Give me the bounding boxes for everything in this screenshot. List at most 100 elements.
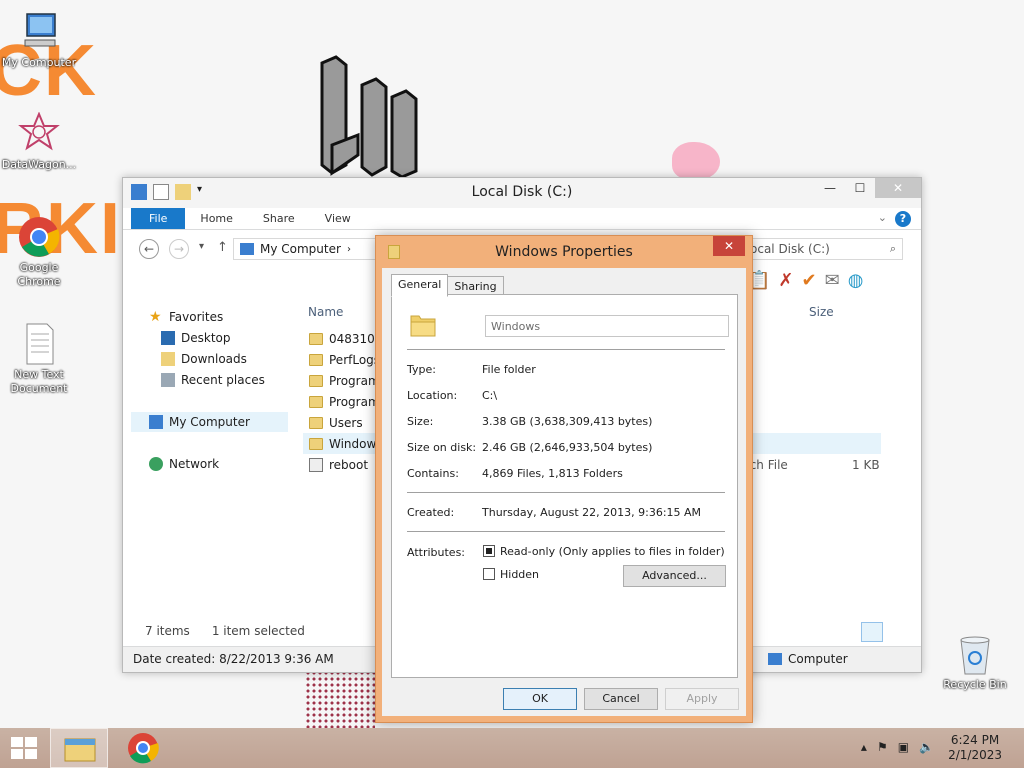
mail-icon[interactable]: ✉ <box>825 270 840 292</box>
text-document-icon <box>17 322 61 366</box>
dialog-close-button[interactable]: ✕ <box>713 236 745 256</box>
desktop-icon-recycle-bin[interactable]: Recycle Bin <box>936 632 1014 692</box>
search-placeholder: ocal Disk (C:) <box>750 242 830 256</box>
ribbon-tabs: File Home Share View ⌄ ? <box>123 208 921 230</box>
nav-recent-places[interactable]: Recent places <box>161 371 265 389</box>
nav-my-computer[interactable]: My Computer <box>149 413 250 431</box>
desktop-icon <box>161 331 175 345</box>
nav-downloads[interactable]: Downloads <box>161 350 247 368</box>
file-explorer-icon <box>64 738 96 762</box>
prop-label: Location: <box>407 389 458 402</box>
desktop-icon-datawagon[interactable]: DataWagon... <box>0 111 78 172</box>
nav-recent-label: Recent places <box>181 373 265 387</box>
tab-share[interactable]: Share <box>248 208 310 229</box>
prop-contains: Contains: 4,869 Files, 1,813 Folders <box>407 467 623 480</box>
readonly-label: Read-only (Only applies to files in fold… <box>500 545 725 558</box>
details-view-button[interactable] <box>861 622 883 642</box>
prop-value: 2.46 GB (2,646,933,504 bytes) <box>482 441 653 454</box>
status-bar: 7 items 1 item selected <box>145 624 305 638</box>
folder-icon <box>309 395 323 408</box>
chrome-icon <box>17 215 61 259</box>
general-panel: Type: File folder Location: C:\ Size: 3.38 … <box>391 294 738 678</box>
file-size: 1 KB <box>852 457 880 472</box>
readonly-checkbox[interactable]: Read-only (Only applies to files in fold… <box>483 545 725 558</box>
wallpaper-red-dots <box>305 670 375 730</box>
network-icon <box>149 457 163 471</box>
checkbox-unchecked[interactable] <box>483 568 495 580</box>
column-header-size[interactable]: Size <box>809 305 834 319</box>
column-header-name[interactable]: Name <box>308 305 343 319</box>
prop-size: Size: 3.38 GB (3,638,309,413 bytes) <box>407 415 652 428</box>
batch-file-icon <box>309 457 323 472</box>
computer-icon <box>768 653 782 665</box>
tab-general[interactable]: General <box>391 274 449 297</box>
prop-label: Type: <box>407 363 436 376</box>
details-location-label: Computer <box>788 652 848 666</box>
show-hidden-icons-icon[interactable]: ▴ <box>861 740 867 754</box>
view-switcher <box>861 622 909 642</box>
date-created-text: Date created: 8/22/2013 9:36 AM <box>133 652 334 666</box>
nav-desktop-label: Desktop <box>181 331 231 345</box>
forward-button[interactable]: → <box>169 239 189 259</box>
cancel-button[interactable]: Cancel <box>584 688 658 710</box>
desktop-icon-google-chrome[interactable]: Google Chrome <box>0 215 78 289</box>
navigation-pane: ★ Favorites Desktop Downloads Recent pla… <box>131 298 291 618</box>
prop-value: File folder <box>482 363 536 376</box>
window-title: Local Disk (C:) <box>471 184 573 200</box>
flag-icon[interactable]: ⚑ <box>877 740 888 754</box>
apply-button[interactable]: Apply <box>665 688 739 710</box>
desktop-icon-my-computer[interactable]: My Computer <box>0 10 78 70</box>
search-input[interactable]: ocal Disk (C:) ⌕ <box>743 238 903 260</box>
help-icon[interactable]: ? <box>895 211 911 227</box>
window-controls: — ☐ ✕ <box>815 178 921 198</box>
dialog-body: General Sharing Type:File folder Locatio… <box>382 268 746 716</box>
advanced-button[interactable]: Advanced... <box>623 565 726 587</box>
prop-label: Size on disk: <box>407 441 477 454</box>
nav-desktop[interactable]: Desktop <box>161 329 231 347</box>
breadcrumb-my-computer[interactable]: My Computer <box>260 242 341 256</box>
folder-name-field[interactable] <box>485 315 729 337</box>
large-icons-view-button[interactable] <box>887 622 909 642</box>
folder-icon <box>309 416 323 429</box>
breadcrumb-chevron-icon: › <box>346 243 351 255</box>
back-button[interactable]: ← <box>139 239 159 259</box>
taskbar-file-explorer[interactable] <box>50 728 108 768</box>
folder-icon <box>410 315 436 337</box>
nav-favorites[interactable]: ★ Favorites <box>149 308 223 326</box>
computer-icon <box>149 415 163 429</box>
start-button[interactable] <box>10 736 38 760</box>
recent-locations-icon[interactable]: ▾ <box>199 241 204 252</box>
nav-downloads-label: Downloads <box>181 352 247 366</box>
volume-icon[interactable]: 🔈 <box>919 740 934 754</box>
tab-file[interactable]: File <box>131 208 186 229</box>
maximize-button[interactable]: ☐ <box>845 178 875 198</box>
desktop-icon-new-text-document[interactable]: New Text Document <box>0 322 78 396</box>
explorer-titlebar: ▾ Local Disk (C:) — ☐ ✕ <box>123 178 921 208</box>
taskbar-chrome[interactable] <box>114 728 172 768</box>
close-button[interactable]: ✕ <box>875 178 921 198</box>
minimize-button[interactable]: — <box>815 178 845 198</box>
recent-places-icon <box>161 373 175 387</box>
wallpaper-3d-logo <box>320 55 418 179</box>
clock[interactable]: 6:24 PM 2/1/2023 <box>948 733 1002 763</box>
tab-home[interactable]: Home <box>185 208 247 229</box>
recycle-bin-icon <box>953 632 997 676</box>
tab-view[interactable]: View <box>310 208 366 229</box>
up-arrow-icon[interactable]: ↑ <box>217 240 228 255</box>
file-name: reboot <box>329 457 369 472</box>
ok-button[interactable]: OK <box>503 688 577 710</box>
clock-time: 6:24 PM <box>950 733 1000 747</box>
checkmark-icon[interactable]: ✔ <box>802 270 817 292</box>
hidden-checkbox[interactable]: Hidden <box>483 568 539 581</box>
network-icon[interactable]: ▣ <box>898 740 909 754</box>
hidden-label: Hidden <box>500 568 540 581</box>
wallpaper-pink-blob <box>672 142 720 180</box>
checkbox-indeterminate[interactable] <box>483 545 495 557</box>
globe-icon[interactable]: ◍ <box>848 270 864 292</box>
delete-icon[interactable]: ✗ <box>778 270 793 292</box>
custom-toolbar: 📋 ✗ ✔ ✉ ◍ <box>743 268 918 294</box>
datawagon-icon <box>17 111 61 156</box>
expand-ribbon-icon[interactable]: ⌄ <box>878 211 887 224</box>
nav-network[interactable]: Network <box>149 455 219 473</box>
folder-icon <box>309 353 323 366</box>
